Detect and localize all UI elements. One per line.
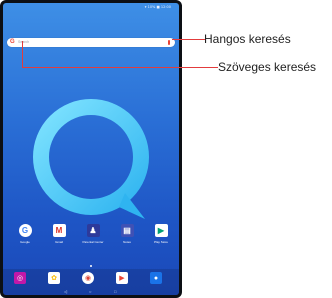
text-search-callout-vertical: [22, 41, 23, 67]
app-label: Play Store: [154, 240, 168, 244]
gmail-icon[interactable]: M: [52, 224, 66, 237]
app-notes[interactable]: ▤ Notes: [115, 224, 139, 244]
navigation-bar: ◁ ○ □: [3, 288, 179, 295]
text-search-label: Szöveges keresés: [218, 60, 317, 74]
app-play-store[interactable]: ▶ Play Store: [149, 224, 173, 244]
play-movies-icon[interactable]: ▶: [116, 272, 128, 284]
chrome-icon[interactable]: ◉: [82, 272, 94, 284]
app-label: Gmail: [55, 240, 63, 244]
text-search-callout-horizontal: [22, 67, 218, 68]
parental-center-icon[interactable]: ♟: [86, 224, 100, 237]
notes-icon[interactable]: ▤: [120, 224, 134, 237]
voice-search-callout-line: [172, 39, 206, 40]
home-screen: ▾ 10% ■ 12:00 G Search G Google M Gmail …: [3, 3, 179, 295]
photos-icon[interactable]: ✿: [48, 272, 60, 284]
app-gmail[interactable]: M Gmail: [47, 224, 71, 244]
page-indicator: [90, 265, 92, 267]
tablet-device: ▾ 10% ■ 12:00 G Search G Google M Gmail …: [0, 0, 182, 298]
recents-icon[interactable]: □: [114, 288, 116, 295]
voice-search-label: Hangos keresés: [204, 32, 291, 46]
google-g-icon[interactable]: G: [10, 39, 15, 46]
microphone-icon[interactable]: [168, 40, 170, 45]
app-grid: G Google M Gmail ♟ Parental Center ▤ Not…: [3, 224, 179, 254]
back-icon[interactable]: ◁: [64, 288, 67, 295]
app-parental-center[interactable]: ♟ Parental Center: [81, 224, 105, 244]
app-label: Notes: [123, 240, 131, 244]
app-label: Google: [20, 240, 30, 244]
play-store-icon[interactable]: ▶: [154, 224, 168, 237]
home-icon[interactable]: ○: [89, 288, 91, 295]
alcatel-logo-wallpaper: [33, 99, 149, 219]
google-folder-icon[interactable]: G: [18, 224, 32, 237]
app-google[interactable]: G Google: [13, 224, 37, 244]
app-label: Parental Center: [82, 240, 104, 244]
contacts-icon[interactable]: ●: [150, 272, 162, 284]
google-search-bar[interactable]: G Search: [7, 38, 175, 47]
search-placeholder[interactable]: Search: [18, 39, 29, 46]
status-bar: ▾ 10% ■ 12:00: [144, 5, 171, 9]
camera-icon[interactable]: ◎: [14, 272, 26, 284]
